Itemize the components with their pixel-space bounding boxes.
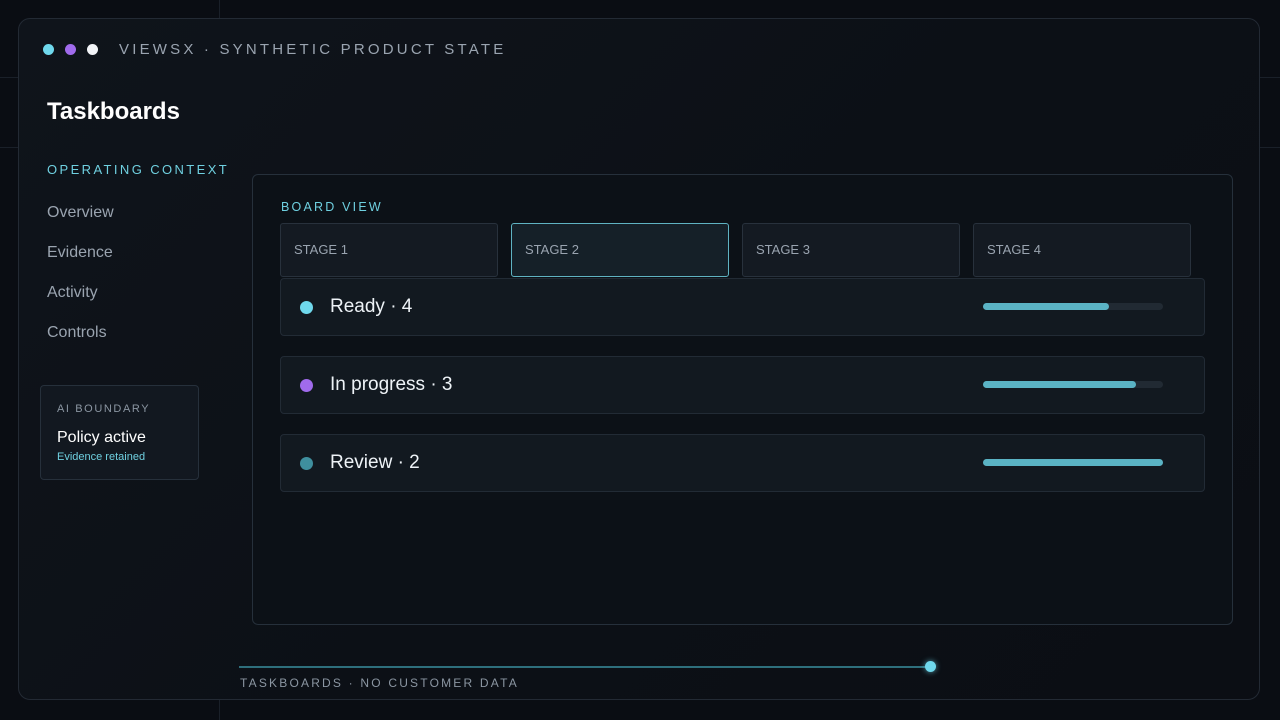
- footer-slider-handle[interactable]: [925, 661, 936, 672]
- purple-dot-icon: [65, 44, 76, 55]
- status-row-ready[interactable]: Ready · 4: [280, 278, 1205, 336]
- sidebar-item-evidence[interactable]: Evidence: [47, 241, 114, 281]
- footer-caption: TASKBOARDS · NO CUSTOMER DATA: [240, 676, 519, 690]
- ai-evidence-note: Evidence retained: [57, 451, 146, 463]
- progress-fill: [983, 459, 1163, 466]
- board-panel: BOARD VIEW STAGE 1 STAGE 2 STAGE 3 STAGE…: [252, 174, 1233, 625]
- ai-boundary-label: AI BOUNDARY: [57, 403, 151, 415]
- progress-bar: [983, 459, 1163, 466]
- app-window: VIEWSX · SYNTHETIC PRODUCT STATE Taskboa…: [18, 18, 1260, 700]
- status-row-label: Review · 2: [330, 452, 420, 473]
- tab-stage-4[interactable]: STAGE 4: [973, 223, 1191, 277]
- title-bar: VIEWSX · SYNTHETIC PRODUCT STATE: [43, 41, 506, 58]
- status-row-label: In progress · 3: [330, 374, 453, 395]
- ai-policy-status: Policy active: [57, 429, 146, 446]
- status-row-label: Ready · 4: [330, 296, 413, 317]
- status-row-review[interactable]: Review · 2: [280, 434, 1205, 492]
- sidebar-item-overview[interactable]: Overview: [47, 201, 114, 241]
- progress-bar: [983, 303, 1163, 310]
- sidebar-nav: Overview Evidence Activity Controls: [47, 201, 114, 361]
- sidebar-section-label: OPERATING CONTEXT: [47, 162, 230, 177]
- progress-bar: [983, 381, 1163, 388]
- progress-fill: [983, 303, 1109, 310]
- ai-boundary-card: AI BOUNDARY Policy active Evidence retai…: [40, 385, 199, 480]
- status-rows: Ready · 4 In progress · 3 Review · 2: [280, 278, 1205, 512]
- status-row-in-progress[interactable]: In progress · 3: [280, 356, 1205, 414]
- window-title: VIEWSX · SYNTHETIC PRODUCT STATE: [119, 41, 507, 58]
- tab-stage-1[interactable]: STAGE 1: [280, 223, 498, 277]
- page-title: Taskboards: [47, 98, 180, 125]
- tab-stage-3[interactable]: STAGE 3: [742, 223, 960, 277]
- status-dot-icon: [300, 301, 313, 314]
- cyan-dot-icon: [43, 44, 54, 55]
- footer-slider-track[interactable]: [239, 666, 931, 668]
- status-dot-icon: [300, 379, 313, 392]
- progress-fill: [983, 381, 1136, 388]
- sidebar-item-controls[interactable]: Controls: [47, 321, 114, 361]
- board-view-label: BOARD VIEW: [281, 200, 383, 214]
- tab-stage-2[interactable]: STAGE 2: [511, 223, 729, 277]
- sidebar-item-activity[interactable]: Activity: [47, 281, 114, 321]
- white-dot-icon: [87, 44, 98, 55]
- stage-tabs: STAGE 1 STAGE 2 STAGE 3 STAGE 4: [280, 223, 1204, 277]
- status-dot-icon: [300, 457, 313, 470]
